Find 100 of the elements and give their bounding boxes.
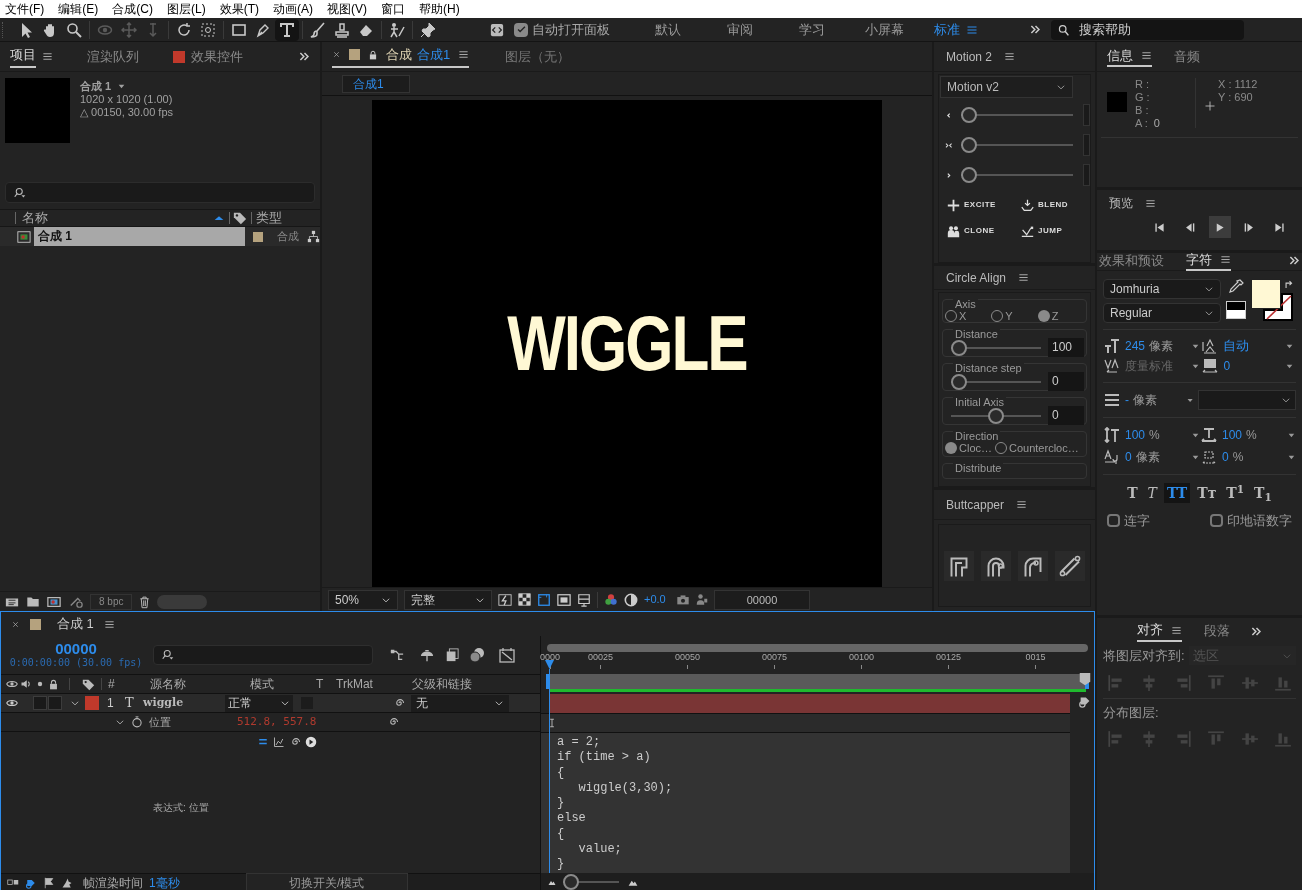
timecode-field[interactable]: 00000: [714, 589, 810, 610]
layer-tab[interactable]: 图层（无）: [505, 46, 571, 67]
field-value[interactable]: 100 %: [1125, 426, 1187, 444]
layer-name[interactable]: wiggle: [143, 694, 223, 712]
panel-tab[interactable]: 段落: [1204, 621, 1230, 641]
help-search-field[interactable]: 搜索帮助: [1051, 19, 1244, 40]
motion-action-button[interactable]: JUMP: [1021, 222, 1089, 240]
menu-item[interactable]: 动画(A): [273, 0, 313, 18]
mode-dropdown[interactable]: 正常: [225, 694, 293, 712]
zoom-dropdown[interactable]: 50%: [328, 589, 398, 610]
field-value[interactable]: 245 像素: [1125, 337, 1187, 355]
property-name: 位置: [149, 714, 172, 730]
text-style-button[interactable]: T: [1144, 483, 1160, 503]
ruler-label: 00025: [588, 652, 613, 663]
composition-tab[interactable]: 合成 合成1: [386, 44, 451, 65]
expression-label: 表达式: 位置: [153, 801, 209, 816]
panel-tab[interactable]: 效果和预设: [1099, 250, 1164, 271]
menu-item[interactable]: 编辑(E): [58, 0, 99, 18]
column-header[interactable]: 类型: [256, 208, 282, 228]
field-value[interactable]: - 像素: [1125, 391, 1182, 409]
panel-title: Circle Align: [946, 269, 1007, 287]
ruler-label: 0000: [540, 652, 560, 663]
menu-item[interactable]: 图层(L): [167, 0, 206, 18]
workspace-tab[interactable]: 学习: [799, 19, 825, 40]
value-field[interactable]: 0: [1048, 372, 1084, 391]
column-header[interactable]: 源名称: [142, 675, 242, 693]
exposure-value[interactable]: +0.0: [644, 591, 670, 608]
panel-tab[interactable]: 效果控件: [191, 46, 243, 67]
column-header[interactable]: T: [312, 675, 330, 693]
menu-item[interactable]: 文件(F): [5, 0, 45, 18]
column-header[interactable]: #: [102, 675, 142, 693]
code-line: value;: [577, 842, 623, 858]
dropdown-value: 正常: [228, 695, 252, 712]
panel-tab[interactable]: 项目: [10, 45, 36, 68]
field-value[interactable]: 0 像素: [1125, 448, 1187, 466]
dropdown-value: Jomhuria: [1110, 281, 1160, 298]
ruler-label: 0015: [1025, 652, 1046, 663]
font-family-dropdown[interactable]: Jomhuria: [1103, 279, 1221, 299]
item-name[interactable]: 合成 1: [33, 227, 246, 246]
value-field[interactable]: 100: [1048, 338, 1084, 357]
panel-title: Motion 2: [946, 48, 993, 66]
text-style-button[interactable]: TT: [1163, 483, 1191, 503]
checkbox-label: 连字: [1124, 512, 1150, 530]
text-style-button[interactable]: Tᴛ: [1194, 483, 1220, 503]
value-field[interactable]: 0: [1048, 406, 1084, 425]
field-value[interactable]: 100 %: [1222, 426, 1284, 444]
coordinate-value: 1112: [1234, 78, 1258, 91]
text-style-button[interactable]: T$^{1}$: [1223, 483, 1248, 503]
motion-action-button[interactable]: EXCITE: [947, 196, 1015, 214]
group-label: Distribute: [953, 463, 1004, 474]
comp-name: 合成 1: [80, 80, 112, 93]
radio-label: Cloc…: [959, 441, 992, 456]
panel-tab[interactable]: 信息: [1107, 45, 1133, 66]
panel-tab[interactable]: 字符: [1186, 249, 1212, 270]
layer-number: 1: [106, 695, 115, 712]
menu-item[interactable]: 帮助(H): [419, 0, 460, 18]
radio-label: X: [959, 309, 967, 324]
parent-dropdown[interactable]: 无: [411, 694, 509, 712]
text-style-button[interactable]: T: [1124, 483, 1141, 503]
panel-tab[interactable]: 音频: [1174, 46, 1200, 67]
render-time-value: 1毫秒: [149, 874, 180, 890]
resolution-dropdown[interactable]: 完整: [404, 589, 492, 610]
field-value[interactable]: 自动: [1223, 336, 1282, 356]
channel-label: B :: [1135, 104, 1149, 117]
column-header[interactable]: 父级和链接: [404, 675, 524, 693]
motion-action-button[interactable]: BLEND: [1021, 196, 1089, 214]
menu-item[interactable]: 效果(T): [219, 0, 259, 18]
column-header[interactable]: 名称: [22, 208, 212, 228]
group-label: Axis: [953, 299, 978, 310]
code-line: if (time > a): [557, 750, 652, 766]
workspace-tab[interactable]: 标准: [934, 19, 960, 40]
ruler-label: 00075: [762, 652, 787, 663]
workspace-tab[interactable]: 默认: [655, 19, 681, 40]
workspace-tab[interactable]: 审阅: [727, 19, 753, 40]
menu-item[interactable]: 窗口: [381, 0, 405, 18]
column-header[interactable]: 模式: [242, 675, 312, 693]
bit-depth-button[interactable]: 8 bpc: [90, 593, 133, 610]
radio-label: Countercloc…: [1009, 441, 1079, 456]
coordinate-label: Y :: [1218, 91, 1232, 104]
timeline-tab[interactable]: 合成 1: [57, 614, 94, 634]
panel-title: Buttcapper: [946, 496, 1005, 514]
preset-dropdown[interactable]: Motion v2: [940, 76, 1073, 98]
coordinate-value: 690: [1234, 91, 1253, 104]
panel-tab[interactable]: 渲染队列: [87, 46, 139, 67]
panel-tab[interactable]: 对齐: [1137, 620, 1163, 640]
menu-item[interactable]: 视图(V): [327, 0, 367, 18]
current-time[interactable]: 00000: [55, 641, 97, 657]
dropdown-value: Motion v2: [947, 79, 1000, 96]
text-style-button[interactable]: T$_{1}$: [1251, 483, 1275, 503]
field-value[interactable]: 0: [1223, 357, 1282, 375]
font-style-dropdown[interactable]: Regular: [1103, 303, 1221, 323]
workspace-tab[interactable]: 小屏幕: [864, 19, 904, 40]
frame-rate-info: 0:00:00:00 (30.00 fps): [9, 657, 143, 669]
expression-editor[interactable]: a = 2; if (time > a) { wiggle(3,30); } else { value; }: [541, 733, 1070, 873]
breadcrumb-tab[interactable]: 合成1: [342, 74, 410, 93]
toggle-switches-button[interactable]: 切换开关/模式: [245, 872, 408, 890]
motion-action-button[interactable]: CLONE: [947, 222, 1015, 240]
menu-item[interactable]: 合成(C): [112, 0, 153, 18]
column-header[interactable]: TrkMat: [330, 675, 404, 693]
field-value[interactable]: 0 %: [1222, 448, 1284, 466]
